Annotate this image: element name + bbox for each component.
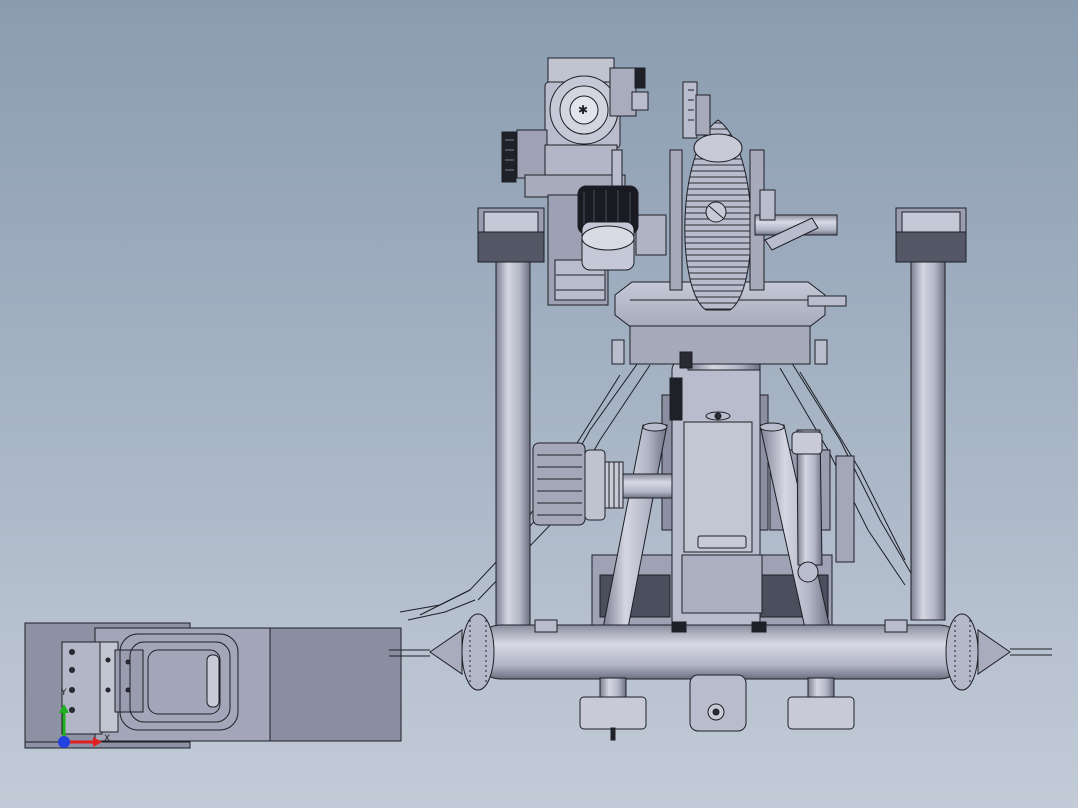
triad-label-y: Y bbox=[61, 688, 67, 698]
cradle-plate bbox=[669, 81, 838, 311]
base-feet bbox=[579, 674, 855, 741]
triad-label-x: X bbox=[104, 734, 111, 744]
view-orientation-triad-icon: Y X bbox=[52, 688, 122, 760]
svg-text:✱: ✱ bbox=[578, 103, 588, 117]
central-column bbox=[669, 324, 763, 631]
vertical-post-right bbox=[895, 207, 967, 621]
vertical-post-left bbox=[477, 207, 545, 631]
tripod-mount-model[interactable]: ✱ bbox=[24, 57, 1052, 749]
elevation-knob[interactable] bbox=[577, 185, 639, 271]
triad-z-axis bbox=[58, 736, 70, 748]
cad-3d-viewport[interactable]: ✱ bbox=[0, 0, 1078, 808]
